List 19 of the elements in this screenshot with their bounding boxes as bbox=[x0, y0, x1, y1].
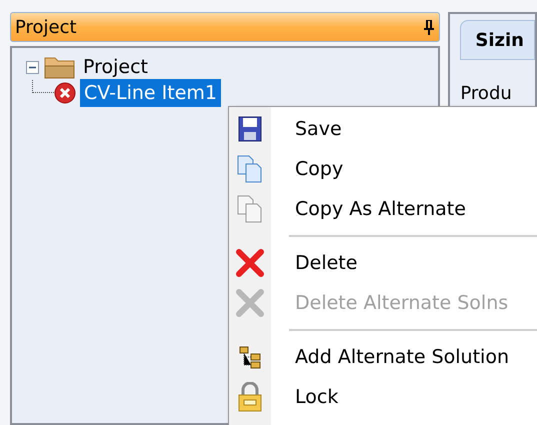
pin-icon[interactable] bbox=[423, 19, 436, 35]
panel-title: Project bbox=[15, 16, 77, 40]
delete-icon bbox=[236, 289, 264, 317]
padlock-icon bbox=[237, 382, 263, 412]
tab[interactable]: Sizin bbox=[460, 20, 535, 60]
copy-icon bbox=[237, 155, 263, 183]
copy-icon bbox=[237, 195, 263, 223]
tree-item[interactable]: Project bbox=[81, 52, 150, 82]
field-label: Produ bbox=[460, 82, 513, 106]
menu-item[interactable]: Lock bbox=[295, 382, 338, 412]
menu-item[interactable]: Copy bbox=[295, 154, 344, 184]
menu-item[interactable]: Delete bbox=[295, 248, 358, 278]
menu-item[interactable]: Copy As Alternate bbox=[295, 194, 466, 224]
tree-item[interactable]: CV-Line Item1 bbox=[80, 78, 221, 108]
hierarchy-icon bbox=[238, 345, 262, 369]
menu-item[interactable]: Add Alternate Solution bbox=[295, 342, 509, 372]
delete-icon bbox=[236, 249, 264, 277]
menu-item[interactable]: Save bbox=[295, 114, 342, 144]
collapse-icon[interactable] bbox=[26, 60, 39, 74]
